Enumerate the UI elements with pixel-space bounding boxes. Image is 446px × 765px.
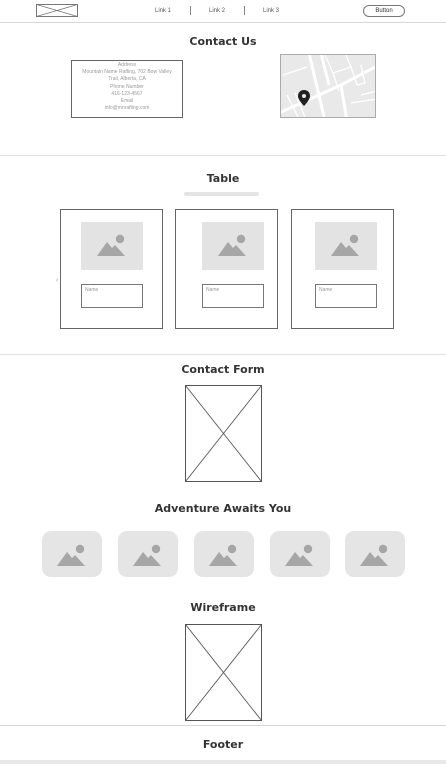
x-placeholder-icon [185,385,262,482]
nav-link-2[interactable]: Link 2 [203,6,231,16]
gallery-title: Adventure Awaits You [154,502,292,515]
gallery-tile[interactable] [194,531,254,577]
image-icon [218,234,246,256]
image-icon [57,544,85,566]
logo-placeholder-icon[interactable] [36,4,78,17]
address-line-2: Trail, Alberta, CA [108,76,146,83]
gallery-tile[interactable] [42,531,102,577]
name-input[interactable]: Name [202,284,264,308]
gallery-tile[interactable] [345,531,405,577]
carousel-prev-icon[interactable]: ‹ [56,277,58,284]
nav-separator [190,6,191,15]
section-divider [0,155,446,156]
card-image [202,222,264,270]
phone-value: 416-123-4567 [111,90,143,97]
address-line-1: Mountain Name Rafting, 702 Bow Valley [82,69,172,76]
contact-form-title: Contact Form [181,363,265,376]
table-title: Table [206,172,240,185]
nav-separator [244,6,245,15]
image-icon [360,544,388,566]
wireframe-title: Wireframe [190,601,256,614]
header-bar: Link 1 Link 2 Link 3 Button [0,0,446,23]
header-button[interactable]: Button [363,5,405,17]
table-card: Name [291,209,394,329]
image-icon [209,544,237,566]
nav-link-3[interactable]: Link 3 [257,6,285,16]
email-value[interactable]: info@mnrafting.com [72,105,182,112]
email-label: Email [120,98,134,105]
gallery-tile[interactable] [118,531,178,577]
contact-us-title: Contact Us [189,35,257,48]
section-divider [0,354,446,355]
x-placeholder-icon [185,624,262,721]
image-icon [97,234,125,256]
address-block: Address Mountain Name Rafting, 702 Bow V… [71,60,183,118]
image-icon [285,544,313,566]
footer-bottom-strip [0,760,446,764]
gallery-tile[interactable] [270,531,330,577]
phone-label: Phone Number [110,83,144,90]
map-streets-graphic [281,55,375,117]
name-input[interactable]: Name [81,284,143,308]
image-icon [331,234,359,256]
name-input[interactable]: Name [315,284,377,308]
address-label: Address [117,62,137,68]
table-card: Name [175,209,278,329]
card-image [315,222,377,270]
map-widget[interactable] [280,54,376,118]
table-card: Name [60,209,163,329]
table-subtitle-placeholder [184,192,259,196]
card-image [81,222,143,270]
image-icon [133,544,161,566]
footer-title: Footer [202,738,244,751]
nav-link-1[interactable]: Link 1 [149,6,177,16]
